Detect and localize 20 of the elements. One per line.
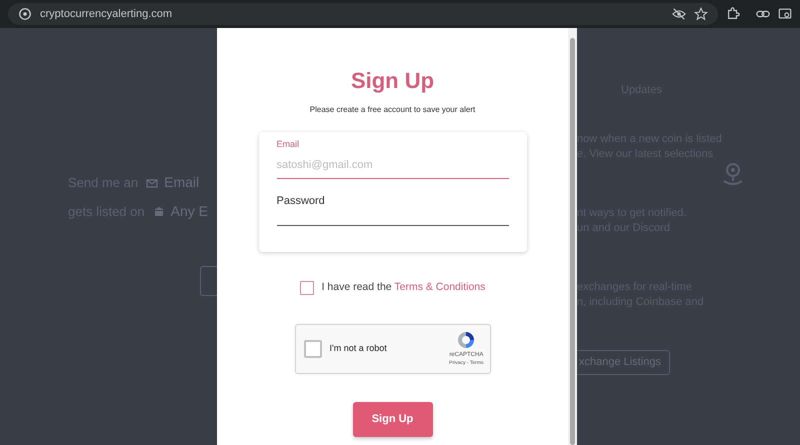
- screen-search-icon[interactable]: [778, 7, 792, 21]
- field-label: Password: [276, 194, 326, 210]
- signup-button[interactable]: Sign Up: [352, 402, 432, 437]
- envelope-icon: [146, 176, 158, 188]
- terms-text: I have read the Terms & Conditions: [322, 280, 486, 295]
- site-info-icon[interactable]: [18, 7, 32, 21]
- captcha-checkbox[interactable]: [304, 340, 322, 358]
- eye-slash-icon[interactable]: [672, 7, 686, 21]
- url-text: cryptocurrencyalerting.com: [40, 6, 174, 22]
- terms-checkbox[interactable]: [300, 280, 314, 295]
- address-bar[interactable]: cryptocurrencyalerting.com: [8, 3, 718, 25]
- bank-icon: [152, 206, 165, 218]
- star-icon[interactable]: [694, 7, 708, 21]
- puzzle-icon[interactable]: [726, 7, 740, 21]
- scrollbar[interactable]: [568, 28, 577, 445]
- field-label: Email: [276, 138, 300, 152]
- dialog-subtitle: Please create a free account to save your alert: [310, 104, 476, 116]
- dialog-title: Sign Up: [350, 68, 434, 94]
- captcha-label: I'm not a robot: [330, 342, 388, 355]
- terms-link[interactable]: Terms & Conditions: [394, 280, 486, 293]
